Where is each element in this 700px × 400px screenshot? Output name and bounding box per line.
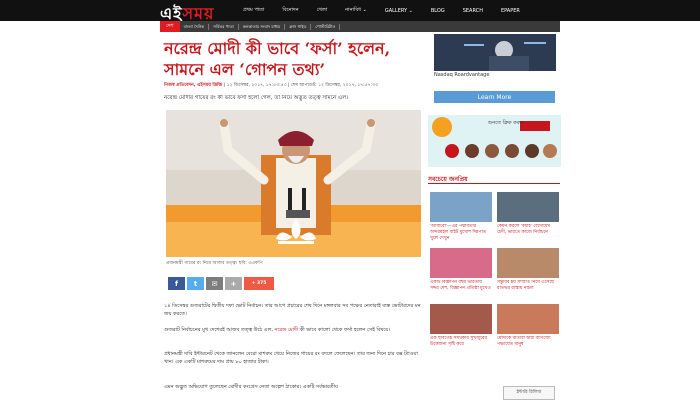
paragraph-text: কী ভাবে কালো থেকে ফর্সা হলেন সেই বিষয়ে। (298, 327, 391, 333)
twitter-share-button[interactable]: t (187, 277, 204, 290)
subnav-item[interactable]: পোস্টারিটাও (311, 23, 341, 30)
share-count: + 375 (244, 277, 274, 290)
popular-item[interactable]: কেমন করলে 'বর্ষাই' বেদোমেঘ চেদী, ভারতে ক… (497, 192, 559, 242)
popular-thumbnail (430, 304, 492, 334)
article-paragraph: প্রধানমন্ত্রী দাবি ইন্টারনেট থেকে জানলেন… (164, 351, 418, 365)
site-logo[interactable]: এইসময় (160, 1, 214, 23)
nav-item-search[interactable]: SEARCH (454, 8, 492, 14)
more-share-button[interactable]: + (225, 277, 242, 290)
advertisement-image[interactable] (434, 34, 556, 71)
main-nav: প্রথম পাতা বিনোদন খেলা নানাবিধ ⌄ GALLERY… (234, 0, 529, 21)
popular-thumbnail (430, 248, 492, 278)
popular-item[interactable]: একটি বিজ্ঞাপন বছর ভারতীয় সদ্দর দেশ, বিজ… (430, 248, 492, 298)
popular-item[interactable]: সন্তুবিব হয় সম্প্রতি নিয়ে এসেছে রাতভর … (497, 248, 559, 298)
nav-item-home[interactable]: প্রথম পাতা (234, 7, 273, 15)
article-paragraph: গুজরাট নির্বাচনের মুখ দেশেরই আজব তত্ত্ব … (164, 326, 426, 334)
nav-item-more[interactable]: নানাবিধ ⌄ (336, 7, 376, 15)
facebook-icon: f (174, 279, 179, 288)
facebook-share-button[interactable]: f (168, 277, 185, 290)
paragraph-text: গুজরাট নির্বাচনের মুখ দেশেরই আজব তত্ত্ব … (164, 327, 275, 333)
share-bar: f t ✉ + + 375 (168, 277, 274, 290)
popular-title: মোদীকে বাতাবা দ্বারা বাণিজ্যে পঞ্চায়েত … (497, 336, 551, 347)
subnav-item[interactable]: কলকাতায় সংবাদ মাধ্যম (239, 23, 286, 30)
popular-item[interactable]: 'আবারো'—এর পদ্মাবতীর অন্দরমহল বাইট মুখোশ… (430, 192, 492, 242)
learn-more-button[interactable]: Learn More (434, 91, 555, 103)
popular-thumbnail (497, 304, 559, 334)
nav-item-sports[interactable]: খেলা (308, 7, 337, 15)
nav-item-blog[interactable]: BLOG (422, 8, 454, 14)
article-photo (166, 110, 421, 257)
popular-thumbnail (497, 248, 559, 278)
popular-item[interactable]: মোদীকে বাতাবা দ্বারা বাণিজ্যে পঞ্চায়েত … (497, 304, 559, 354)
photo-caption: প্রধানমন্ত্রী গায়ের রং নিয়ে আজব তত্ত্ব… (166, 261, 263, 266)
ad-banner-text: শুনতে ক্লিক করুন (488, 120, 524, 126)
modi-rally-photo (166, 110, 421, 257)
popular-title: একটি বিজ্ঞাপন বছর ভারতীয় সদ্দর দেশ, বিজ… (430, 280, 491, 291)
popular-list: 'আবারো'—এর পদ্মাবতীর অন্দরমহল বাইট মুখোশ… (430, 192, 562, 354)
sub-navbar: দেশ বাংলা দৈনিক সর্বিতর পাতা কলকাতায় সং… (160, 21, 560, 32)
ad-caption: Nasdaq Roardvantage (434, 72, 490, 78)
popular-thumbnail (497, 192, 559, 222)
article-summary: নরেন্দ্র মোদীর গায়ের রং কী ভাবে ফর্সা হ… (164, 95, 349, 101)
article-paragraph: ১৪ ডিসেম্বর গুজরাটের দ্বিতীয় দফা ভোট নি… (164, 303, 421, 317)
popular-item[interactable]: এক ছবিতেই সমর্থকার সুখজুরের উত্তেজনা সৃষ… (430, 304, 492, 354)
nav-item-epaper[interactable]: EPAPER (492, 8, 529, 14)
ad-banner[interactable]: শুনতে ক্লিক করুন (428, 115, 561, 167)
article-dateline: | ১২ ডিসেম্বর, ২০১৭, ১৭:৫৩:৫৩ | শেষ আপডে… (223, 83, 378, 88)
ad-hand-icon (434, 34, 556, 71)
nav-item-entertainment[interactable]: বিনোদন (273, 7, 307, 15)
byline: নিজস্ব প্রতিবেদন, এইসময় ডিজি | ১২ ডিসেম… (164, 82, 426, 89)
top-navbar: এইসময় প্রথম পাতা বিনোদন খেলা নানাবিধ ⌄ … (0, 0, 700, 23)
subnav-item[interactable]: ক্লাস গাইড (285, 23, 312, 30)
popular-title: 'আবারো'—এর পদ্মাবতীর অন্দরমহল বাইট মুখোশ… (430, 224, 487, 241)
popular-title: এক ছবিতেই সমর্থকার সুখজুরের উত্তেজনা সৃষ… (430, 336, 487, 347)
popular-heading: সবচেয়ে জনপ্রিয় (428, 174, 560, 184)
plus-icon: + (230, 279, 237, 288)
popular-thumbnail (430, 192, 492, 222)
twitter-icon: t (193, 279, 198, 288)
popular-title: সন্তুবিব হয় সম্প্রতি নিয়ে এসেছে রাতভর … (497, 280, 555, 291)
nav-item-gallery[interactable]: GALLERY ⌄ (376, 8, 422, 14)
tag-link[interactable]: নরেন্দ্র মোদী (275, 327, 299, 333)
article-headline: নরেন্দ্র মোদী কী ভাবে ‘ফর্সা’ হলেন, সামন… (164, 39, 391, 79)
sidebar-widget[interactable]: ইন্টারি রিলিজ (503, 386, 555, 400)
popular-title: কেমন করলে 'বর্ষাই' বেদোমেঘ চেদী, ভারতে ক… (497, 224, 551, 235)
article-author[interactable]: নিজস্ব প্রতিবেদন, এইসময় ডিজি (164, 83, 222, 88)
subnav-item[interactable]: বাংলা দৈনিক (180, 23, 210, 30)
article-paragraph: এমন অদ্ভুত অভিযোগ তুলেছেন মোদীর কংগ্রেস … (164, 384, 338, 390)
email-share-button[interactable]: ✉ (206, 277, 223, 290)
email-icon: ✉ (211, 279, 218, 288)
subnav-item[interactable]: সর্বিতর পাতা (209, 23, 239, 30)
section-label[interactable]: দেশ (160, 21, 180, 32)
